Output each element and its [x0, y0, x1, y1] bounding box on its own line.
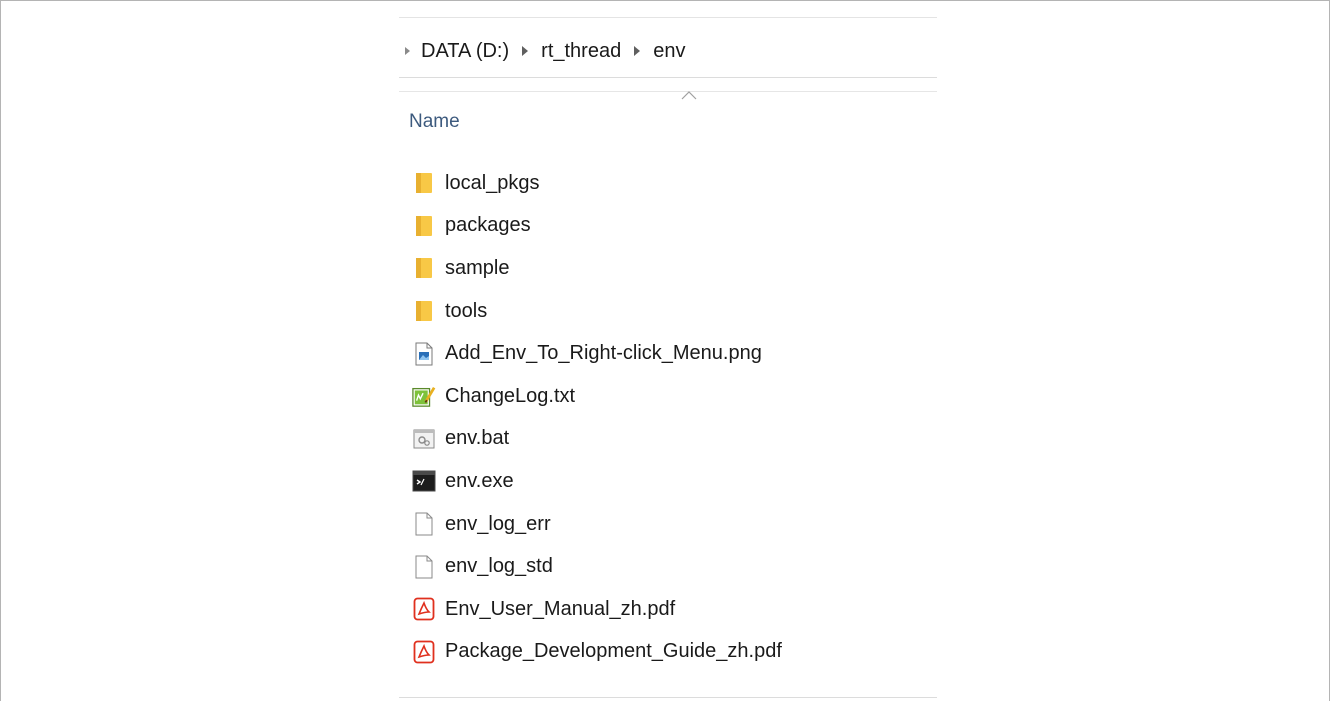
file-row[interactable]: env.exe — [399, 460, 937, 503]
top-divider — [399, 17, 937, 18]
breadcrumb-expand-icon[interactable] — [399, 39, 415, 63]
image-file-icon — [412, 341, 436, 367]
file-name: Add_Env_To_Right-click_Menu.png — [445, 342, 762, 365]
header-divider — [399, 91, 937, 92]
file-name: local_pkgs — [445, 171, 540, 194]
breadcrumb-item-data-drive[interactable]: DATA (D:) — [415, 40, 513, 63]
bottom-divider — [399, 697, 937, 698]
column-header-name[interactable]: Name — [409, 111, 460, 133]
folder-icon — [412, 170, 436, 196]
folder-icon — [412, 255, 436, 281]
breadcrumb-item-env[interactable]: env — [649, 40, 689, 63]
file-name: env.bat — [445, 427, 510, 450]
blank-file-icon — [412, 554, 436, 580]
file-row[interactable]: local_pkgs — [399, 162, 937, 205]
file-explorer-panel: DATA (D:) rt_thread env Name local_pkgsp… — [399, 17, 937, 699]
blank-file-icon — [412, 511, 436, 537]
file-name: packages — [445, 214, 531, 237]
file-name: tools — [445, 299, 488, 322]
file-name: Env_User_Manual_zh.pdf — [445, 597, 676, 620]
text-file-icon — [412, 383, 436, 409]
chevron-right-icon[interactable] — [513, 39, 537, 63]
file-row[interactable]: env_log_err — [399, 503, 937, 546]
address-bar-divider — [399, 77, 937, 78]
file-row[interactable]: env_log_std — [399, 545, 937, 588]
file-name: Package_Development_Guide_zh.pdf — [445, 640, 782, 663]
file-row[interactable]: sample — [399, 247, 937, 290]
breadcrumb: DATA (D:) rt_thread env — [399, 36, 689, 66]
pdf-file-icon — [412, 596, 436, 622]
breadcrumb-item-rt-thread[interactable]: rt_thread — [537, 40, 625, 63]
file-row[interactable]: packages — [399, 205, 937, 248]
file-row[interactable]: Env_User_Manual_zh.pdf — [399, 588, 937, 631]
file-name: env_log_std — [445, 555, 553, 578]
file-list: local_pkgs packages sample tools Add_Env_To_… — [399, 162, 937, 673]
file-row[interactable]: Package_Development_Guide_zh.pdf — [399, 631, 937, 674]
sort-ascending-icon — [681, 91, 697, 100]
chevron-right-icon[interactable] — [625, 39, 649, 63]
folder-icon — [412, 298, 436, 324]
file-name: env_log_err — [445, 512, 551, 535]
file-row[interactable]: ChangeLog.txt — [399, 375, 937, 418]
file-row[interactable]: env.bat — [399, 418, 937, 461]
file-name: env.exe — [445, 469, 514, 492]
file-row[interactable]: Add_Env_To_Right-click_Menu.png — [399, 332, 937, 375]
file-name: ChangeLog.txt — [445, 384, 576, 407]
console-app-icon — [412, 468, 436, 494]
folder-icon — [412, 213, 436, 239]
batch-file-icon — [412, 426, 436, 452]
pdf-file-icon — [412, 639, 436, 665]
file-row[interactable]: tools — [399, 290, 937, 333]
file-name: sample — [445, 256, 510, 279]
